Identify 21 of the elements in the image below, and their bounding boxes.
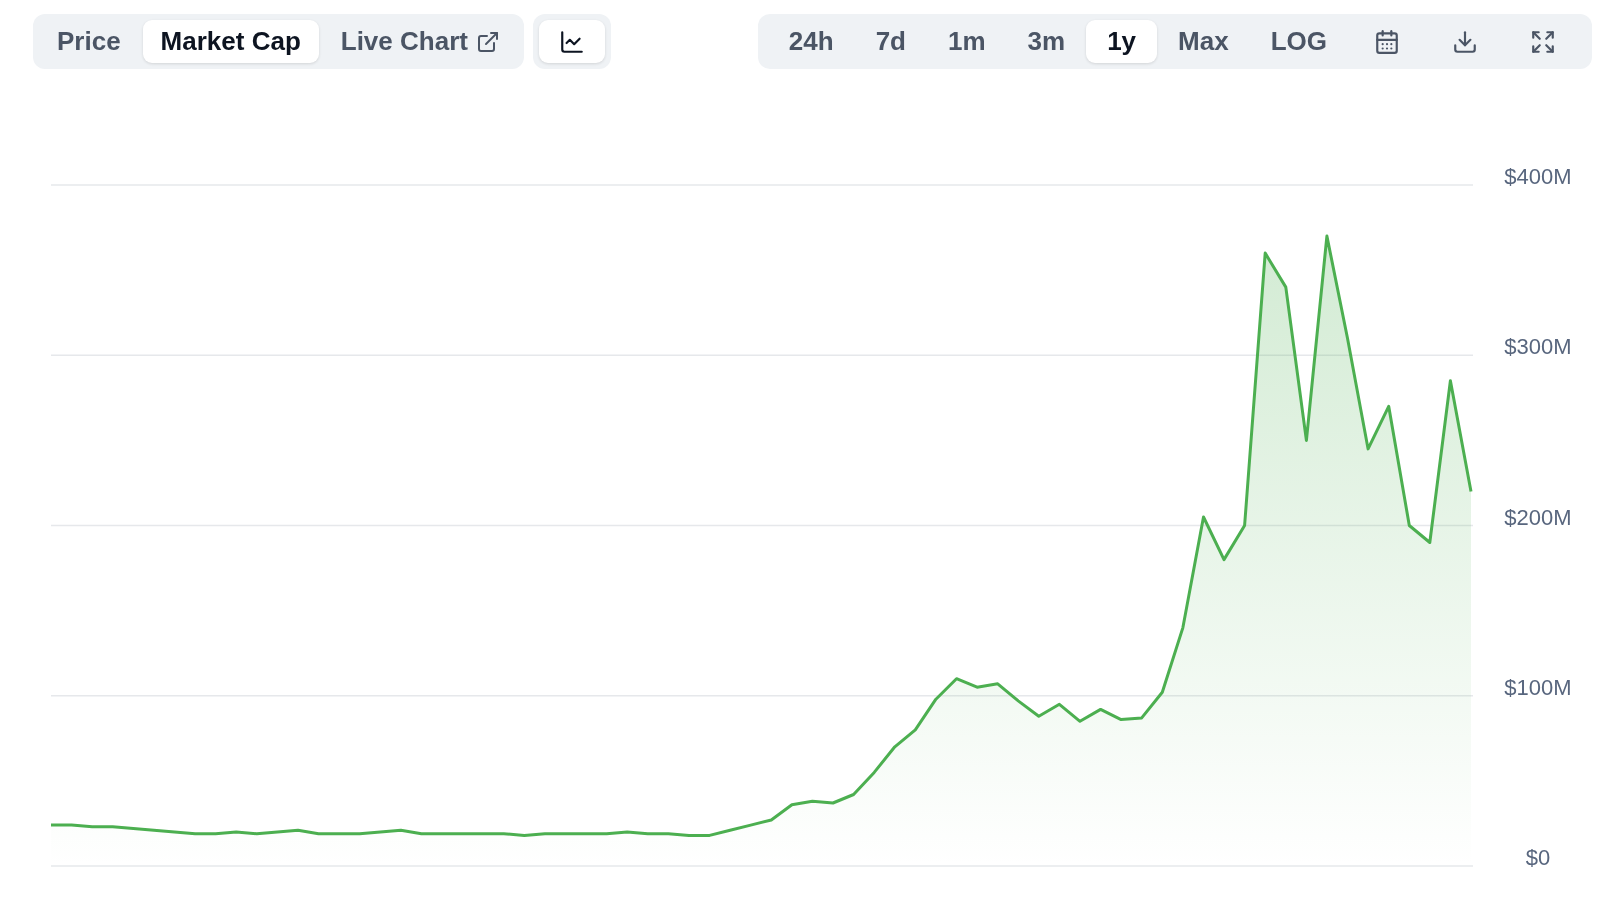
y-axis-label: $300M	[1504, 334, 1572, 360]
y-axis-label: $200M	[1504, 504, 1572, 530]
view-tab[interactable]: Live Chart	[322, 20, 518, 63]
external-link-icon	[475, 29, 500, 54]
range-tab[interactable]: 3m	[1006, 20, 1087, 63]
range-tab[interactable]: 7d	[854, 20, 927, 63]
download-icon	[1452, 28, 1478, 55]
line-chart-icon	[558, 28, 585, 55]
range-tab[interactable]: LOG	[1249, 20, 1348, 63]
range-tab[interactable]: Max	[1157, 20, 1250, 63]
range-tab[interactable]: 1m	[927, 20, 1007, 63]
y-axis-label: $400M	[1504, 164, 1572, 189]
range-tab[interactable]: 24h	[767, 20, 855, 63]
range-tab[interactable]: 1y	[1086, 20, 1158, 63]
y-axis-label: $0	[1525, 845, 1551, 870]
y-axis-label: $100M	[1504, 674, 1572, 700]
line-chart-button[interactable]	[538, 20, 605, 63]
expand-icon	[1530, 28, 1556, 55]
calendar-icon	[1374, 28, 1400, 55]
view-tab[interactable]: Price	[39, 20, 139, 63]
view-tab[interactable]: Market Cap	[142, 20, 319, 63]
